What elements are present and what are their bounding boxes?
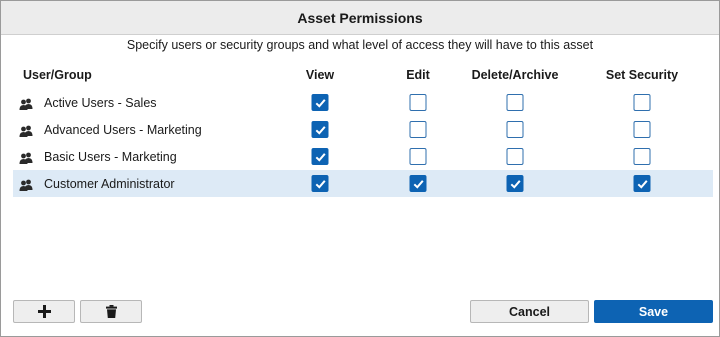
permissions-header-row: User/Group View Edit Delete/Archive Set … xyxy=(13,63,713,90)
user-group-cell: Advanced Users - Marketing xyxy=(19,116,202,143)
edit-checkbox[interactable] xyxy=(409,148,427,165)
column-header-set-security: Set Security xyxy=(605,68,679,82)
view-checkbox[interactable] xyxy=(311,175,329,192)
view-checkbox[interactable] xyxy=(311,148,329,165)
table-row[interactable]: Customer Administrator xyxy=(13,170,713,197)
column-header-delete-archive: Delete/Archive xyxy=(471,68,559,82)
security-checkbox[interactable] xyxy=(633,175,651,192)
plus-icon xyxy=(37,305,51,318)
view-checkbox[interactable] xyxy=(311,121,329,138)
user-group-name: Advanced Users - Marketing xyxy=(44,122,202,137)
security-checkbox[interactable] xyxy=(633,148,651,165)
user-group-name: Customer Administrator xyxy=(44,176,175,191)
edit-checkbox[interactable] xyxy=(409,121,427,138)
save-button[interactable]: Save xyxy=(594,300,713,323)
user-group-icon xyxy=(19,151,33,164)
user-group-icon xyxy=(19,124,33,137)
cancel-button[interactable]: Cancel xyxy=(470,300,589,323)
user-group-cell: Basic Users - Marketing xyxy=(19,143,177,170)
asset-permissions-dialog: Asset Permissions Specify users or secur… xyxy=(0,0,720,337)
table-row[interactable]: Basic Users - Marketing xyxy=(13,143,713,170)
column-header-user-group: User/Group xyxy=(23,68,92,82)
column-header-edit: Edit xyxy=(406,68,430,82)
dialog-title: Asset Permissions xyxy=(297,9,423,26)
security-checkbox[interactable] xyxy=(633,121,651,138)
user-group-cell: Active Users - Sales xyxy=(19,89,157,116)
column-header-view: View xyxy=(305,68,335,82)
delete-checkbox[interactable] xyxy=(506,121,524,138)
user-group-icon xyxy=(19,178,33,191)
view-checkbox[interactable] xyxy=(311,94,329,111)
security-checkbox[interactable] xyxy=(633,94,651,111)
delete-checkbox[interactable] xyxy=(506,175,524,192)
add-user-button[interactable] xyxy=(13,300,75,323)
table-row[interactable]: Advanced Users - Marketing xyxy=(13,116,713,143)
user-group-cell: Customer Administrator xyxy=(19,170,175,197)
trash-icon xyxy=(105,305,117,318)
edit-checkbox[interactable] xyxy=(409,175,427,192)
delete-checkbox[interactable] xyxy=(506,148,524,165)
edit-checkbox[interactable] xyxy=(409,94,427,111)
delete-checkbox[interactable] xyxy=(506,94,524,111)
user-group-icon xyxy=(19,97,33,110)
user-group-name: Basic Users - Marketing xyxy=(44,149,177,164)
user-group-name: Active Users - Sales xyxy=(44,95,157,110)
dialog-instructions: Specify users or security groups and wha… xyxy=(126,38,594,52)
delete-user-button[interactable] xyxy=(80,300,142,323)
dialog-title-bar: Asset Permissions xyxy=(1,1,719,35)
table-row[interactable]: Active Users - Sales xyxy=(13,89,713,116)
